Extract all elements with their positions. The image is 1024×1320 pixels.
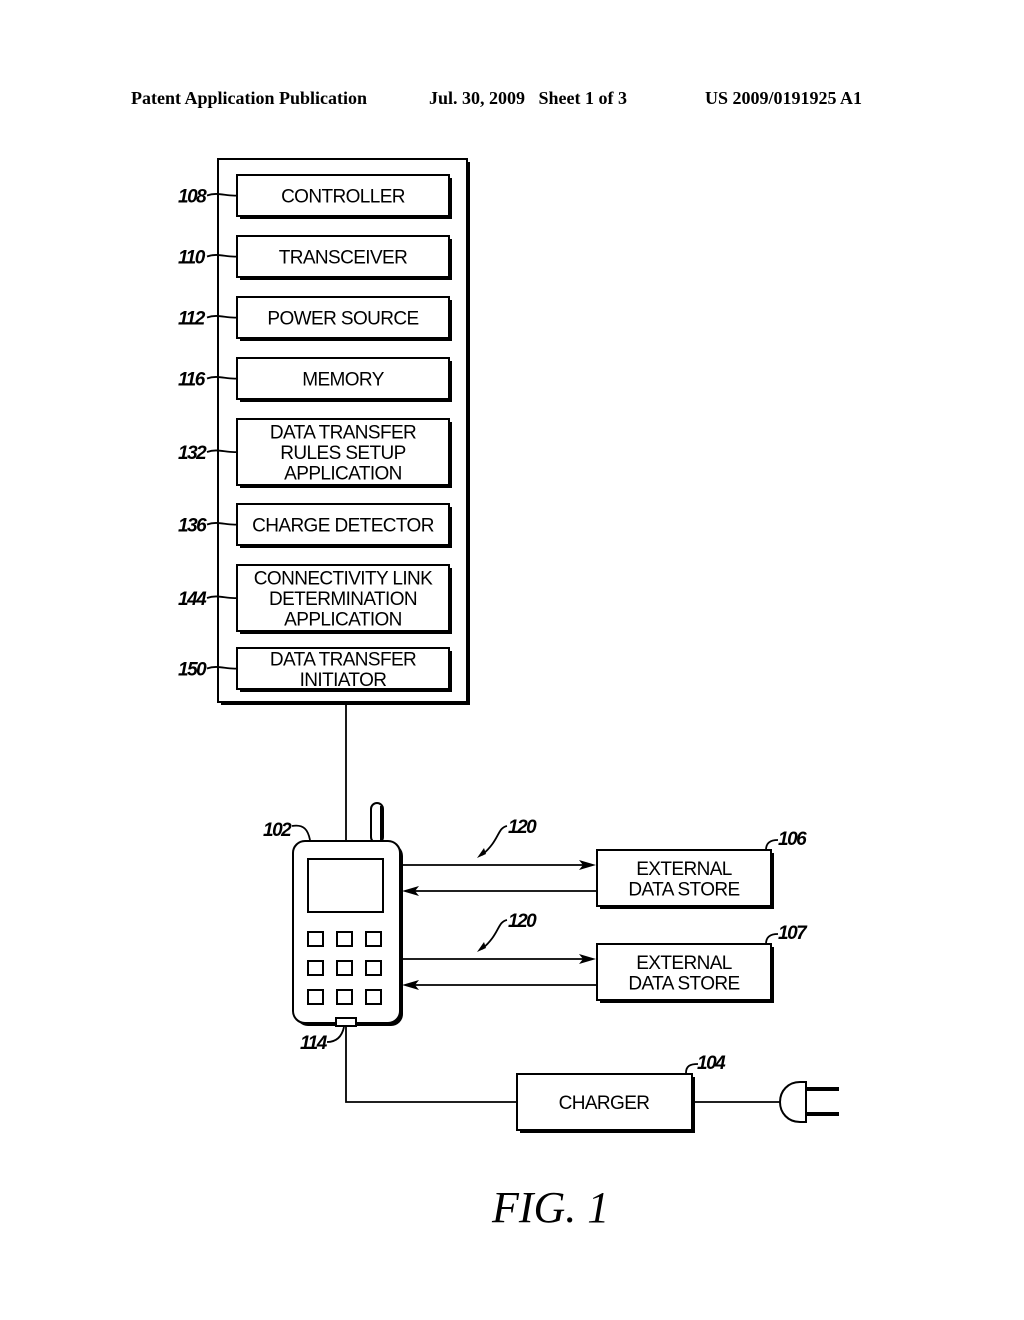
keypad-key bbox=[336, 931, 353, 947]
keypad-key bbox=[336, 989, 353, 1005]
module-label: DATA TRANSFER bbox=[270, 649, 416, 670]
charger-assembly: CHARGER 104 bbox=[345, 1027, 839, 1133]
port-charger-cable bbox=[345, 1027, 517, 1103]
store-label: EXTERNAL bbox=[636, 859, 732, 880]
ref-label: 136 bbox=[178, 516, 207, 537]
module-label: MEMORY bbox=[302, 370, 384, 391]
figure-label: FIG. 1 bbox=[491, 1183, 609, 1232]
ref-label-link: 120 bbox=[508, 817, 537, 838]
module-label: APPLICATION bbox=[284, 464, 402, 485]
charging-port bbox=[335, 1017, 357, 1027]
ref-label: 132 bbox=[178, 443, 207, 464]
store-label: DATA STORE bbox=[628, 974, 739, 995]
keypad-key bbox=[365, 960, 382, 976]
leader-line bbox=[765, 839, 779, 851]
ref-label-charger: 104 bbox=[697, 1053, 726, 1074]
module-label: DETERMINATION bbox=[269, 589, 417, 610]
block-diagram: CONTROLLER 108 TRANSCEIVER 110 POWER SOURCE 1… bbox=[178, 158, 839, 1232]
ref-label-phone: 102 bbox=[263, 820, 292, 841]
leader-line bbox=[481, 825, 508, 856]
keypad-key bbox=[336, 960, 353, 976]
ref-label-port: 114 bbox=[300, 1033, 328, 1054]
ref-label-store: 107 bbox=[778, 923, 808, 944]
power-plug-icon bbox=[778, 1081, 839, 1123]
ref-label-link: 120 bbox=[508, 911, 537, 932]
store-label: EXTERNAL bbox=[636, 953, 732, 974]
mobile-device: 102 114 bbox=[263, 802, 403, 1054]
module-label: DATA TRANSFER bbox=[270, 423, 416, 444]
leader-line bbox=[765, 933, 779, 945]
leader-line bbox=[291, 824, 311, 841]
module-label: CONTROLLER bbox=[281, 187, 405, 208]
module-label: INITIATOR bbox=[300, 670, 387, 691]
leader-line bbox=[481, 919, 508, 950]
ref-label: 108 bbox=[178, 187, 207, 208]
ref-label: 110 bbox=[178, 248, 206, 269]
store-label: DATA STORE bbox=[628, 880, 739, 901]
phone-keypad bbox=[307, 931, 382, 1005]
ref-label: 150 bbox=[178, 660, 207, 681]
arrow-icon bbox=[477, 942, 486, 952]
module-label: APPLICATION bbox=[284, 610, 402, 631]
keypad-key bbox=[307, 931, 324, 947]
module-label: POWER SOURCE bbox=[267, 309, 418, 330]
module-label: CHARGE DETECTOR bbox=[252, 516, 434, 537]
keypad-key bbox=[365, 931, 382, 947]
external-stores: 120EXTERNALDATA STORE106120EXTERNALDATA … bbox=[402, 817, 810, 1003]
module-label: RULES SETUP bbox=[280, 443, 405, 464]
keypad-key bbox=[365, 989, 382, 1005]
ref-label-store: 106 bbox=[778, 829, 807, 850]
keypad-key bbox=[307, 989, 324, 1005]
ref-label: 112 bbox=[178, 309, 206, 330]
external-data-store: 120 EXTERNALDATA STORE 107 bbox=[402, 911, 810, 1003]
keypad-key bbox=[307, 960, 324, 976]
ref-label: 144 bbox=[178, 589, 207, 610]
ref-label: 116 bbox=[178, 370, 206, 391]
phone-screen bbox=[307, 858, 384, 913]
leader-line bbox=[326, 1026, 345, 1043]
charger-label: CHARGER bbox=[559, 1093, 650, 1114]
module-label: TRANSCEIVER bbox=[279, 248, 408, 269]
module-label: CONNECTIVITY LINK bbox=[254, 569, 433, 590]
arrow-icon bbox=[477, 848, 486, 858]
external-data-store: 120 EXTERNALDATA STORE 106 bbox=[402, 817, 809, 909]
